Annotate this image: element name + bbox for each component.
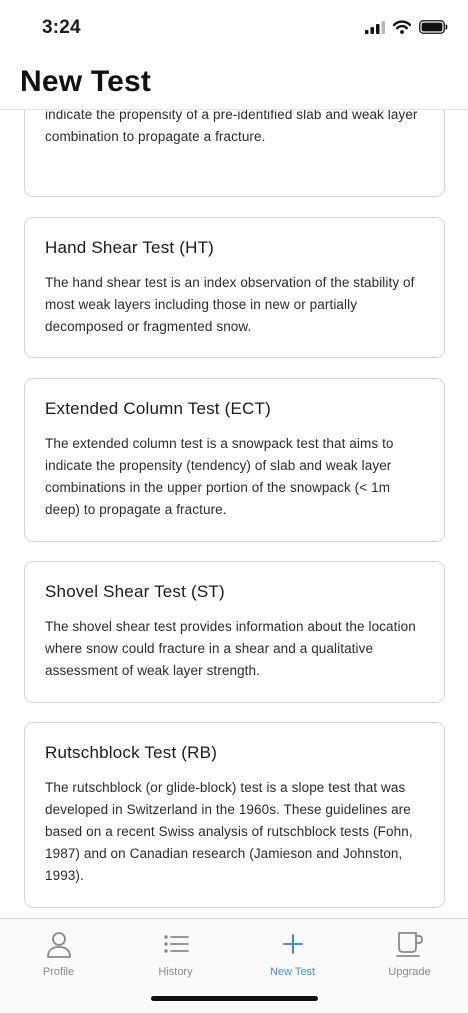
status-bar: 3:24 [0,0,468,58]
wifi-icon [393,20,411,34]
test-description: The hand shear test is an index observat… [45,275,415,334]
list-icon [163,930,189,958]
tab-label: Upgrade [388,966,431,978]
test-title: Shovel Shear Test (ST) [45,582,225,601]
test-card-rutschblock[interactable]: Rutschblock Test (RB) The rutschblock (o… [24,722,445,908]
test-card-propagation-saw[interactable]: The propagation saw test is a snowpack t… [24,110,445,197]
test-description: The extended column test is a snowpack t… [45,436,394,517]
tab-profile[interactable]: Profile [0,919,117,989]
test-card-hand-shear[interactable]: Hand Shear Test (HT) The hand shear test… [24,217,445,358]
page-title: New Test [20,65,152,98]
test-description: The shovel shear test provides informati… [45,619,416,678]
tab-label: Profile [42,966,75,978]
battery-icon [419,20,448,34]
tab-new-test[interactable]: New Test [234,919,351,989]
tab-history[interactable]: History [117,919,234,989]
tab-upgrade[interactable]: Upgrade [351,919,468,989]
test-description: The rutschblock (or glide-block) test is… [45,780,413,883]
status-icons [365,20,448,34]
home-indicator [151,996,318,1001]
coffee-cup-icon [395,930,424,958]
test-card-extended-column[interactable]: Extended Column Test (ECT) The extended … [24,378,445,542]
navigation-header: New Test [0,58,468,110]
test-list[interactable]: The propagation saw test is a snowpack t… [0,110,468,918]
test-title: Rutschblock Test (RB) [45,743,218,762]
person-icon [45,930,73,958]
test-card-shovel-shear[interactable]: Shovel Shear Test (ST) The shovel shear … [24,561,445,703]
tab-label: New Test [269,966,316,978]
status-time: 3:24 [42,17,81,38]
test-description: The propagation saw test is a snowpack t… [45,110,418,144]
tab-label: History [158,966,193,978]
plus-icon [282,930,304,958]
test-title: Hand Shear Test (HT) [45,238,215,257]
cellular-signal-icon [365,20,385,34]
test-title: Extended Column Test (ECT) [45,399,271,418]
